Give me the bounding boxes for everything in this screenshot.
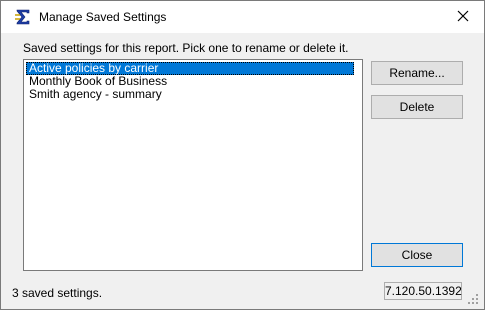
resize-grip-icon[interactable] [467,293,479,305]
status-count: 3 saved settings. [12,286,103,300]
rename-button[interactable]: Rename... [371,61,463,85]
instruction-text: Saved settings for this report. Pick one… [23,41,349,55]
close-button[interactable]: Close [371,243,463,267]
delete-button[interactable]: Delete [371,95,463,119]
dialog-window: Manage Saved Settings Saved settings for… [0,0,485,310]
list-item[interactable]: Smith agency - summary [26,88,354,101]
version-label: 7.120.50.1392 [384,282,462,300]
close-icon[interactable] [453,6,473,26]
sigma-app-icon [14,8,32,26]
title-bar[interactable]: Manage Saved Settings [1,1,484,33]
saved-settings-list[interactable]: Active policies by carrier Monthly Book … [23,59,363,271]
window-title: Manage Saved Settings [39,10,167,24]
